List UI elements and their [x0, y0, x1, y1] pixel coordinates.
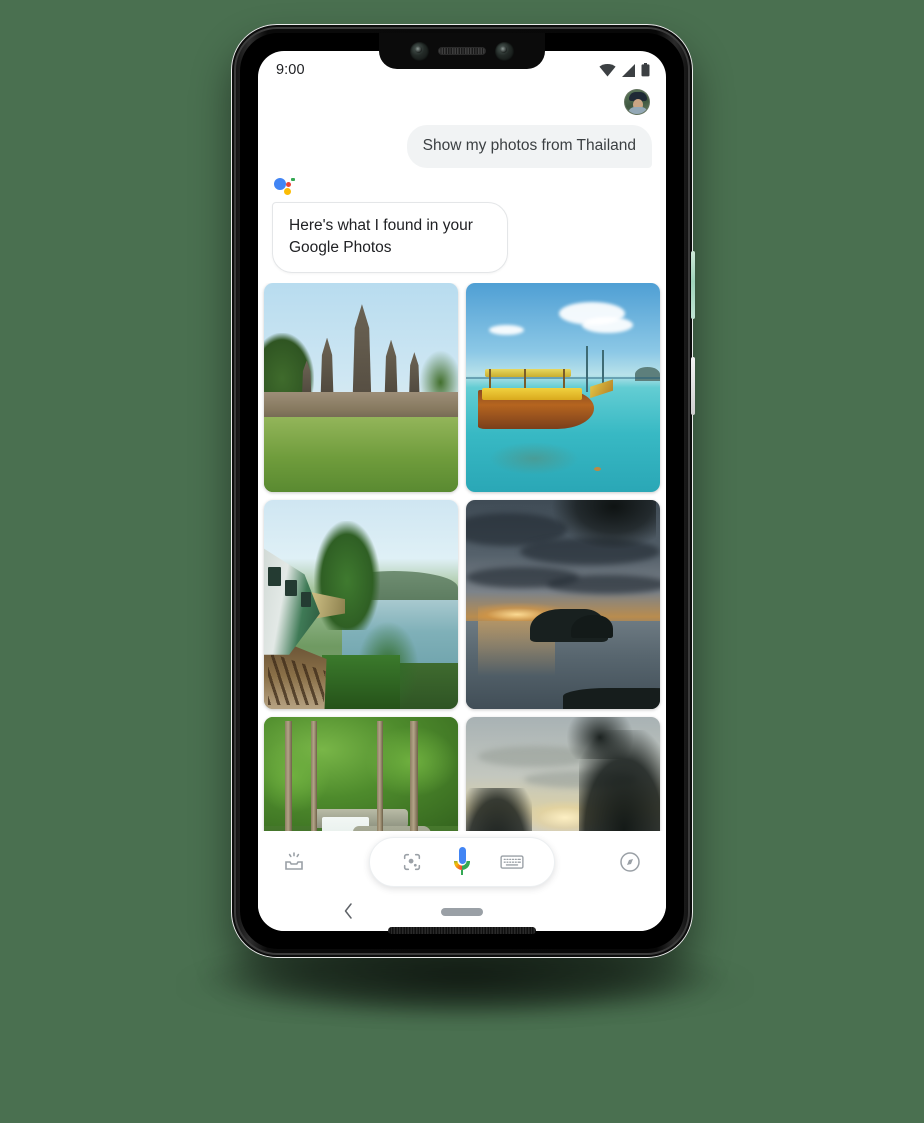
photo-1-stupa-2	[384, 339, 398, 397]
phone-device: 9:00 Show my photos from Thailand Here's…	[231, 24, 695, 958]
status-time: 9:00	[276, 62, 305, 78]
conversation: Show my photos from Thailand Here's what…	[258, 123, 666, 274]
power-button[interactable]	[691, 251, 695, 319]
photo-3-train-window-3	[300, 592, 311, 607]
snapshot-inbox-icon[interactable]	[280, 848, 308, 876]
assistant-dot-green	[291, 177, 295, 182]
mic-arc	[454, 861, 470, 870]
photo-1-central-prang	[352, 304, 372, 397]
assistant-dot-red	[285, 181, 291, 188]
user-message-bubble: Show my photos from Thailand	[406, 125, 652, 169]
google-assistant-logo	[274, 174, 296, 196]
front-camera-icon	[410, 41, 429, 61]
photo-2-floating-leaf	[594, 467, 602, 472]
cellular-signal-icon	[622, 63, 635, 77]
photo-4-cloud-4	[547, 575, 660, 595]
status-icons	[599, 63, 650, 77]
volume-button[interactable]	[691, 357, 695, 415]
photo-3-train-window-2	[285, 579, 297, 597]
explore-compass-icon[interactable]	[616, 848, 644, 876]
photo-4-overhanging-branches	[551, 500, 657, 551]
assistant-bottom-bar	[258, 831, 666, 893]
photo-5-tree-trunk-4	[409, 721, 419, 831]
photo-6-tree-left	[466, 788, 532, 831]
assistant-dot-yellow	[283, 187, 291, 196]
gesture-home-pill[interactable]	[441, 908, 483, 916]
phone-screen: 9:00 Show my photos from Thailand Here's…	[258, 51, 666, 931]
photo-thumbnail-1[interactable]	[264, 283, 458, 493]
photo-2-reef	[489, 441, 579, 476]
assistant-input-pill	[369, 837, 555, 887]
photo-3-train-window-1	[267, 567, 282, 586]
photo-thumbnail-2[interactable]	[466, 283, 660, 493]
earpiece-speaker-icon	[438, 47, 486, 55]
photo-thumbnail-4[interactable]	[466, 500, 660, 710]
photo-5-tree-trunk-3	[376, 721, 384, 831]
photo-2-cloud-2	[582, 316, 633, 334]
photo-thumbnail-6[interactable]	[466, 717, 660, 831]
photo-4-foreground-rocks	[563, 688, 660, 710]
photo-5-tree-trunk-1	[285, 721, 293, 831]
battery-icon	[641, 63, 650, 77]
assistant-response-row	[272, 172, 652, 196]
photo-thumbnail-5[interactable]	[264, 717, 458, 831]
photo-grid	[258, 283, 666, 831]
photo-1-stupa-1	[320, 337, 334, 397]
front-camera-secondary-icon	[495, 41, 514, 61]
wifi-icon	[599, 63, 616, 76]
photo-3-bushes	[322, 654, 400, 710]
bottom-speaker-grille	[388, 927, 536, 934]
photo-5-leaves-1	[264, 738, 330, 814]
google-lens-icon[interactable]	[398, 848, 426, 876]
photo-thumbnail-3[interactable]	[264, 500, 458, 710]
photo-6-tree-right	[578, 729, 660, 831]
avatar-body	[628, 107, 648, 114]
photo-1-lawn	[264, 416, 458, 493]
photo-2-boat-deck	[481, 387, 583, 401]
photo-2-pole-1	[586, 345, 589, 392]
photo-5-tree-trunk-2	[310, 721, 318, 831]
google-mic-icon[interactable]	[454, 847, 470, 877]
photo-2-cloud-3	[489, 324, 525, 336]
account-avatar-row	[258, 89, 666, 123]
keyboard-icon[interactable]	[498, 848, 526, 876]
photo-2-boat-canopy	[485, 368, 571, 378]
assistant-message-bubble: Here's what I found in your Google Photo…	[272, 202, 508, 274]
system-nav-bar	[258, 893, 666, 931]
phone-body: 9:00 Show my photos from Thailand Here's…	[240, 33, 684, 949]
photo-4-rock-island-2	[570, 615, 614, 639]
avatar[interactable]	[624, 89, 650, 115]
back-chevron-icon[interactable]	[342, 901, 354, 924]
mic-foot	[461, 870, 463, 875]
display-notch	[379, 33, 545, 69]
